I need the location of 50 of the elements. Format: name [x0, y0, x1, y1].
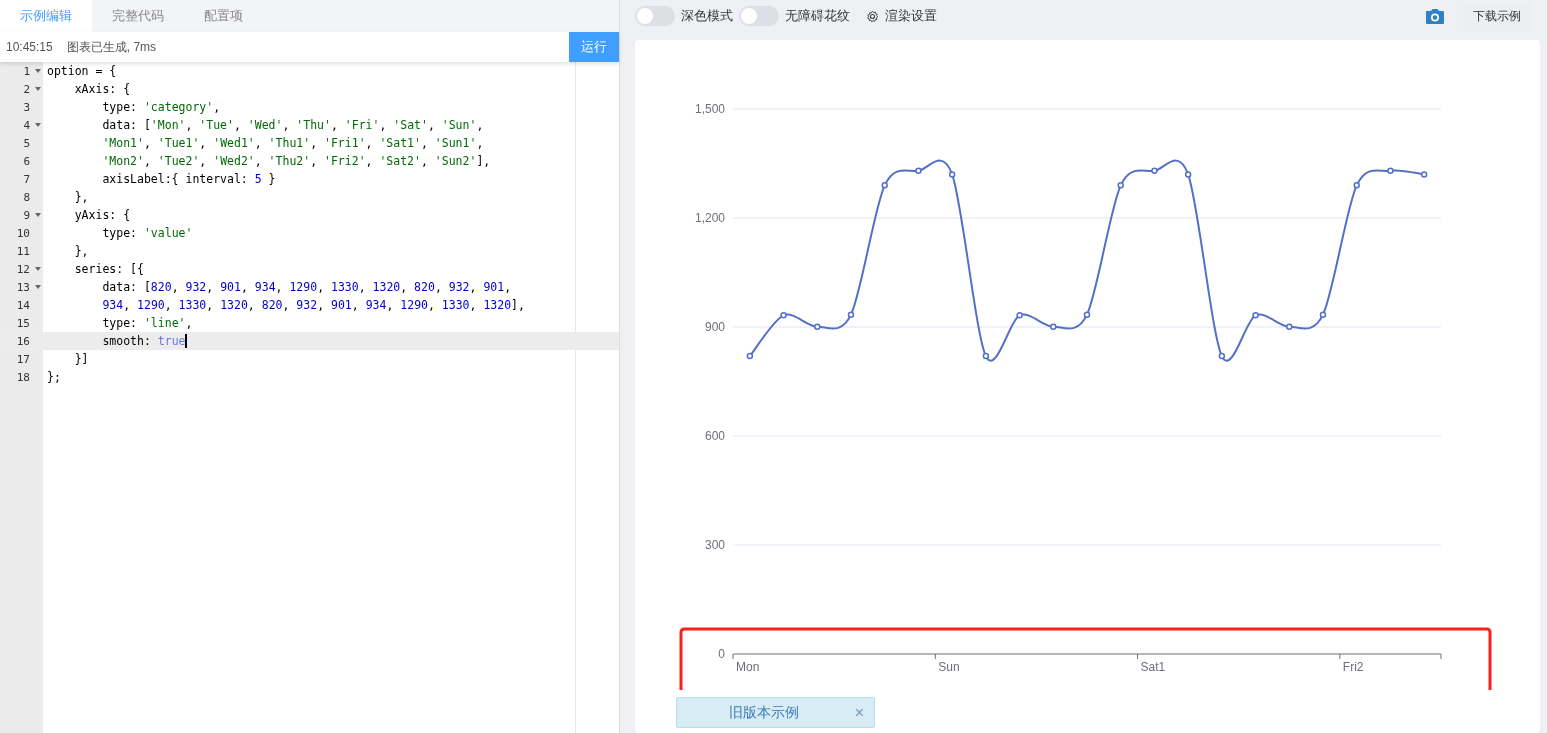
x-axis-label: Sun [938, 660, 960, 674]
code-text: smooth: true [101, 334, 186, 348]
code-text: 'Mon1', 'Tue1', 'Wed1', 'Thu1', 'Fri1', 'Sat1', 'Sun1', [101, 136, 484, 150]
code-text: option = { [47, 64, 117, 78]
line-number: 7 [22, 172, 31, 186]
line-number: 6 [22, 154, 31, 168]
status-time: 10:45:15 [6, 40, 53, 54]
toggle-label: 无障碍花纹 [785, 7, 850, 25]
line-number: 14 [15, 298, 31, 312]
code-text: type: 'line', [101, 316, 193, 330]
y-axis-label: 1,200 [694, 211, 725, 225]
code-text: series: [{ [73, 262, 144, 276]
x-axis-label: Sat1 [1140, 660, 1166, 674]
y-axis-label: 600 [704, 429, 725, 443]
code-text: axisLabel:{ interval: 5 } [101, 172, 276, 186]
code-text: data: [820, 932, 901, 934, 1290, 1330, 1320, 820, 932, 901, [101, 280, 512, 294]
line-number: 5 [22, 136, 31, 150]
line-number: 3 [22, 100, 31, 114]
status-message: 图表已生成, 7ms [66, 38, 158, 56]
line-number: 12 [15, 262, 31, 276]
code-text: }] [73, 352, 89, 366]
code-text: type: 'value' [101, 226, 193, 240]
code-text: yAxis: { [73, 208, 131, 222]
line-number: 1 [22, 64, 31, 78]
code-text: 934, 1290, 1330, 1320, 820, 932, 901, 934, 1290, 1330, 1320], [101, 298, 525, 312]
code-text: }; [47, 370, 61, 384]
line-number: 2 [22, 82, 31, 96]
line-number: 15 [15, 316, 31, 330]
y-axis-label: 1,500 [694, 102, 725, 116]
line-number: 4 [22, 118, 31, 132]
line-number: 11 [15, 244, 31, 258]
line-number: 8 [22, 190, 31, 204]
code-text: }, [73, 244, 89, 258]
code-text: 'Mon2', 'Tue2', 'Wed2', 'Thu2', 'Fri2', 'Sat2', 'Sun2'], [101, 154, 491, 168]
line-number: 10 [15, 226, 31, 240]
code-text: data: ['Mon', 'Tue', 'Wed', 'Thu', 'Fri', 'Sat', 'Sun', [101, 118, 484, 132]
line-number: 17 [15, 352, 31, 366]
code-text: type: 'category', [101, 100, 221, 114]
y-axis-label: 300 [704, 538, 725, 552]
line-number: 9 [22, 208, 31, 222]
code-text: }, [73, 190, 89, 204]
code-text: xAxis: { [73, 82, 131, 96]
y-axis-label: 0 [718, 647, 725, 661]
toggle-label: 深色模式 [681, 7, 733, 25]
line-number: 13 [15, 280, 31, 294]
line-number: 18 [15, 370, 31, 384]
line-number: 16 [15, 334, 31, 348]
y-axis-label: 900 [704, 320, 725, 334]
x-axis-label: Mon [736, 660, 760, 674]
x-axis-label: Fri2 [1342, 660, 1364, 674]
